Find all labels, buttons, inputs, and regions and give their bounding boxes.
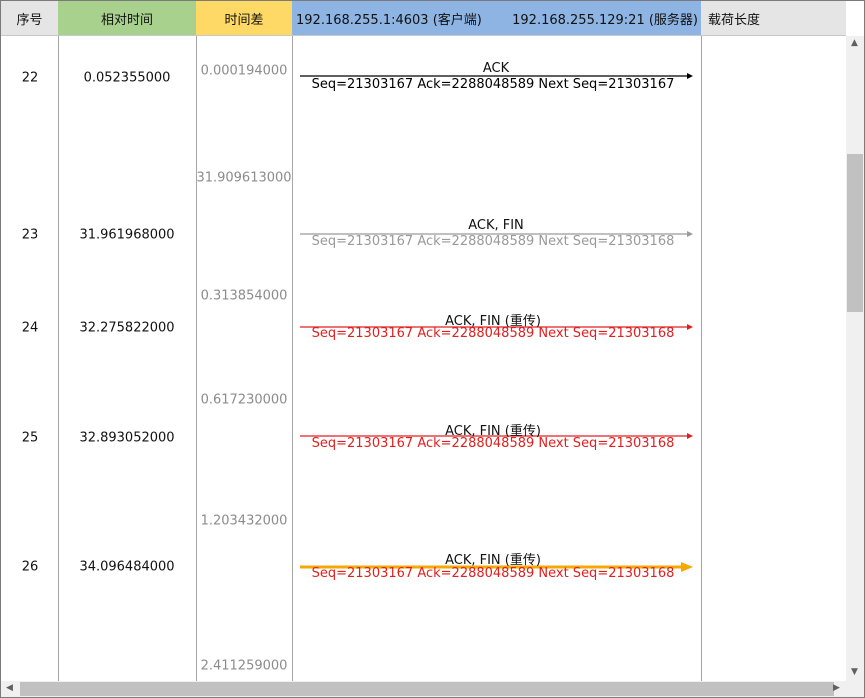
scroll-up-icon[interactable]: ▲ (851, 39, 858, 48)
flow-graph-window: 序号 相对时间 时间差 192.168.255.1:4603 (客户端) 192… (0, 0, 865, 698)
scroll-right-icon[interactable]: ▶ (833, 684, 840, 693)
flow-arrowhead (687, 324, 693, 330)
scrollbar-corner (846, 681, 864, 697)
flow-arrowhead (681, 562, 693, 572)
packet-flags-label[interactable]: ACK (483, 61, 509, 76)
packet-seq-detail[interactable]: Seq=21303167 Ack=2288048589 Next Seq=213… (312, 436, 675, 451)
scroll-down-icon[interactable]: ▼ (851, 668, 858, 677)
vertical-scroll-thumb[interactable] (847, 154, 863, 312)
flow-arrowhead (687, 231, 693, 237)
flow-arrowhead (687, 433, 693, 439)
packet-seq-detail[interactable]: Seq=21303167 Ack=2288048589 Next Seq=213… (312, 566, 675, 581)
flow-arrowhead (687, 73, 693, 79)
horizontal-scrollbar[interactable]: ◀ ▶ (1, 681, 846, 697)
packet-seq-detail[interactable]: Seq=21303167 Ack=2288048589 Next Seq=213… (312, 326, 675, 341)
packet-seq-detail[interactable]: Seq=21303167 Ack=2288048589 Next Seq=213… (312, 234, 675, 249)
scroll-left-icon[interactable]: ◀ (6, 684, 13, 693)
packet-seq-detail[interactable]: Seq=21303167 Ack=2288048589 Next Seq=213… (312, 77, 675, 92)
vertical-scrollbar[interactable]: ▲ ▼ (846, 36, 864, 681)
packet-flags-label[interactable]: ACK, FIN (468, 218, 524, 233)
horizontal-scroll-thumb[interactable] (20, 682, 834, 696)
